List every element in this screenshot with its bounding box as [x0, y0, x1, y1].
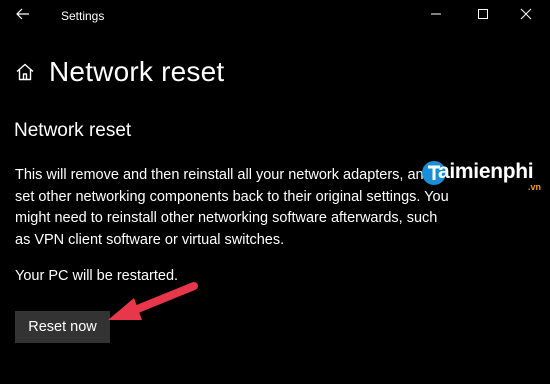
reset-now-button[interactable]: Reset now [15, 311, 110, 343]
section-title: Network reset [14, 120, 132, 141]
annotation-arrow [100, 280, 200, 330]
back-arrow-icon [16, 7, 30, 25]
minimize-button[interactable] [419, 4, 453, 28]
home-icon[interactable] [14, 61, 36, 83]
window-title: Settings [61, 9, 105, 23]
page-title: Network reset [49, 56, 225, 87]
close-button[interactable] [509, 4, 543, 28]
page-header: Network reset [14, 52, 224, 92]
maximize-button[interactable] [466, 4, 500, 28]
close-icon [520, 7, 532, 25]
watermark-brand: aimienphi [438, 160, 534, 183]
minimize-icon [430, 7, 442, 25]
back-button[interactable] [8, 4, 38, 28]
description-text: This will remove and then reinstall all … [15, 167, 449, 248]
watermark-suffix: .vn [528, 182, 542, 192]
watermark-logo: aimienphi .vn [420, 158, 550, 194]
title-bar: Settings [0, 0, 550, 32]
maximize-icon [477, 7, 489, 25]
